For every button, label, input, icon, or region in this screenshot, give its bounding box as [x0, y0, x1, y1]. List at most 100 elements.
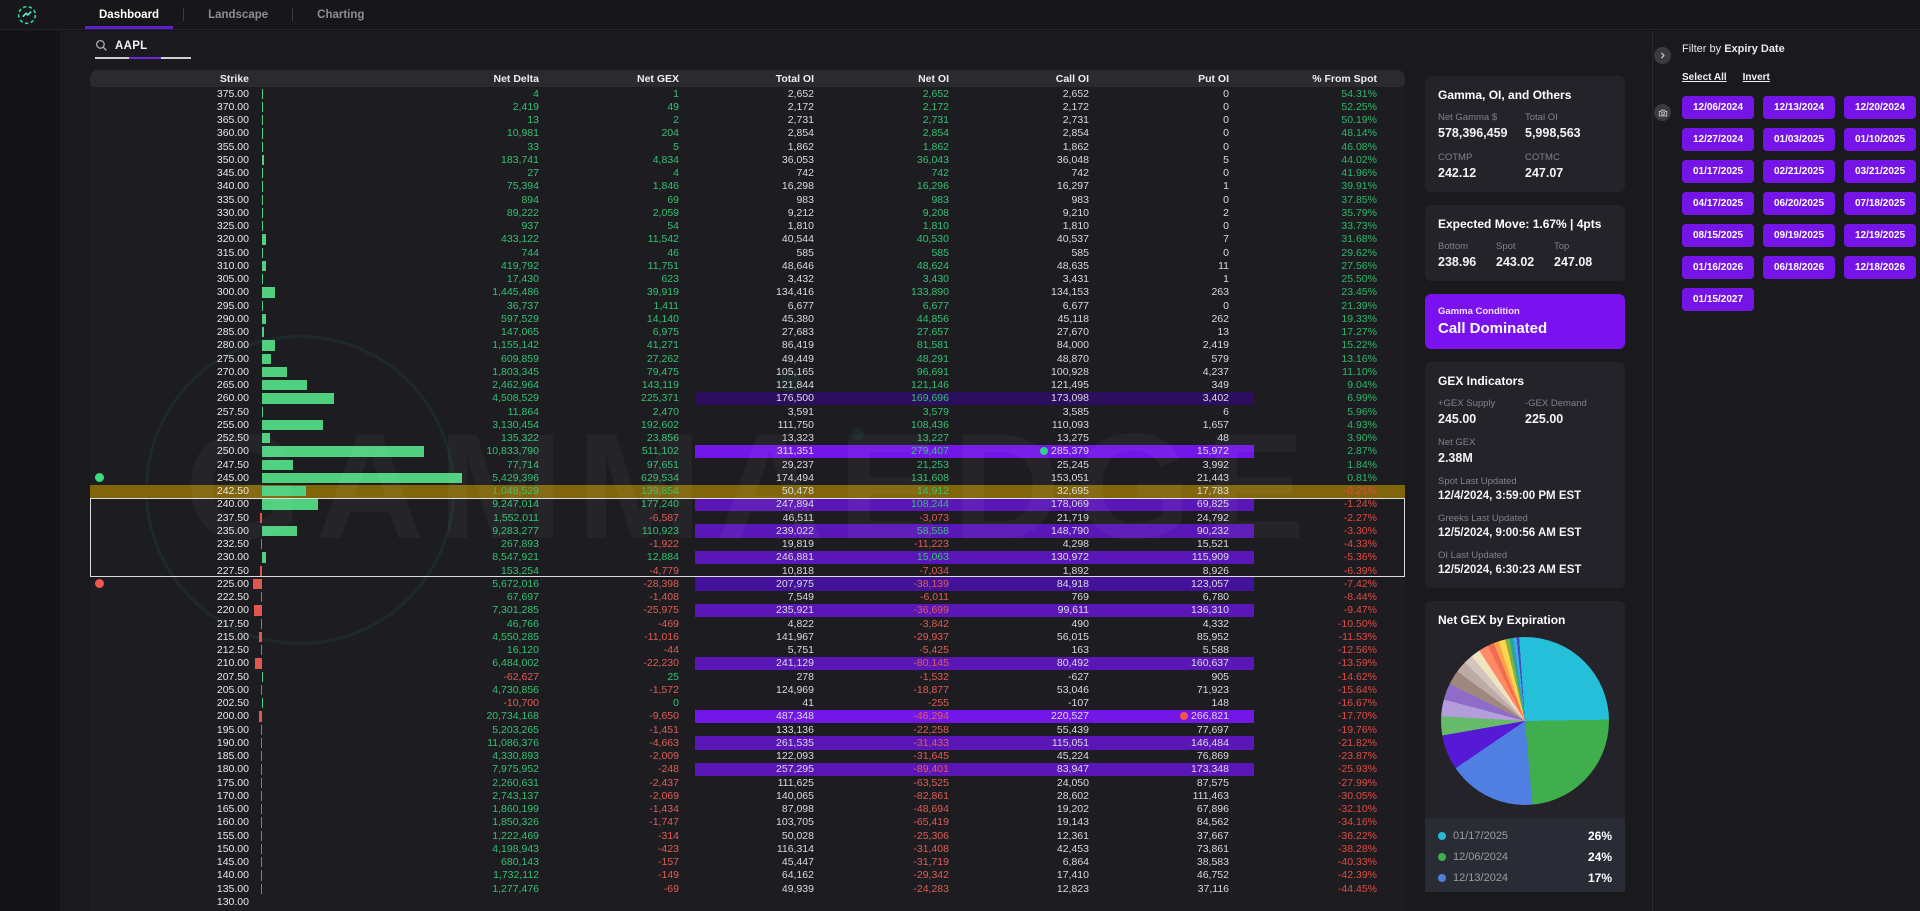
strike-row-305.00[interactable]: 305.00 17,430 623 3,432 3,430 3,431 1 25.50%	[90, 273, 1405, 286]
strike-row-235.00[interactable]: 235.00 9,283,277 110,923 239,022 58,558 148,7…	[90, 524, 1405, 538]
strike-row-315.00[interactable]: 315.00 744 46 585 585 585 0 29.62%	[90, 246, 1405, 259]
strike-row-170.00[interactable]: 170.00 2,743,137 -2,069 140,065 -82,861 28,60…	[90, 789, 1405, 802]
strike-row-207.50[interactable]: 207.50 -62,627 25 278 -1,532 -627 905 -14.62%	[90, 670, 1405, 683]
strike-row-290.00[interactable]: 290.00 597,529 14,140 45,380 44,856 45,118 262…	[90, 312, 1405, 325]
strike-row-250.00[interactable]: 250.00 10,833,790 511,102 311,351 279,407 285…	[90, 444, 1405, 458]
gex-supply-value: 245.00	[1438, 412, 1477, 426]
strike-row-350.00[interactable]: 350.00 183,741 4,834 36,053 36,043 36,048 5 44.…	[90, 153, 1405, 166]
strike-row-370.00[interactable]: 370.00 2,419 49 2,172 2,172 2,172 0 52.25%	[90, 100, 1405, 113]
expiry-date-button-01/17/2025[interactable]: 01/17/2025	[1682, 160, 1754, 183]
legend-item-12/13/2024[interactable]: 12/13/2024 17%	[1438, 867, 1612, 888]
strike-row-175.00[interactable]: 175.00 2,260,631 -2,437 111,625 -63,525 24,05…	[90, 776, 1405, 789]
strike-row-200.00[interactable]: 200.00 20,734,168 -9,650 487,348 -46,294 220,…	[90, 709, 1405, 723]
strike-row-280.00[interactable]: 280.00 1,155,142 41,271 86,419 81,581 84,000 2…	[90, 339, 1405, 352]
expiry-date-button-01/03/2025[interactable]: 01/03/2025	[1763, 128, 1835, 151]
invert-link[interactable]: Invert	[1743, 72, 1770, 83]
strike-row-180.00[interactable]: 180.00 7,975,952 -248 257,295 -89,401 83,947 1…	[90, 762, 1405, 776]
expiry-date-button-01/15/2027[interactable]: 01/15/2027	[1682, 288, 1754, 311]
strike-row-165.00[interactable]: 165.00 1,860,199 -1,434 87,098 -48,694 19,202…	[90, 803, 1405, 816]
legend-item-12/06/2024[interactable]: 12/06/2024 24%	[1438, 846, 1612, 867]
legend-label: 12/06/2024	[1453, 850, 1509, 863]
strike-row-325.00[interactable]: 325.00 937 54 1,810 1,810 1,810 0 33.73%	[90, 220, 1405, 233]
expiry-date-button-06/18/2026[interactable]: 06/18/2026	[1763, 256, 1835, 279]
tab-dashboard[interactable]: Dashboard	[75, 0, 183, 29]
strike-row-247.50[interactable]: 247.50 77,714 97,651 29,237 21,253 25,245 3,99…	[90, 458, 1405, 471]
strike-row-320.00[interactable]: 320.00 433,122 11,542 40,544 40,530 40,537 7 31…	[90, 233, 1405, 246]
strike-row-232.50[interactable]: 232.50 267,893 -1,922 19,819 -11,223 4,298 15,…	[90, 538, 1405, 551]
strike-row-140.00[interactable]: 140.00 1,732,112 -149 64,162 -29,342 17,410 46…	[90, 869, 1405, 882]
expiry-date-button-12/27/2024[interactable]: 12/27/2024	[1682, 128, 1754, 151]
expiry-date-button-04/17/2025[interactable]: 04/17/2025	[1682, 192, 1754, 215]
expiry-date-button-12/13/2024[interactable]: 12/13/2024	[1763, 96, 1835, 119]
strike-row-300.00[interactable]: 300.00 1,445,486 39,919 134,416 133,890 134,1…	[90, 286, 1405, 299]
strike-row-130.00[interactable]: 130.00	[90, 895, 1405, 908]
tab-charting[interactable]: Charting	[293, 0, 388, 29]
strike-row-210.00[interactable]: 210.00 6,484,002 -22,230 241,129 -80,145 80,4…	[90, 656, 1405, 670]
pct-from-spot-cell: -4.33%	[1343, 538, 1377, 551]
expiry-date-button-01/16/2026[interactable]: 01/16/2026	[1682, 256, 1754, 279]
strike-row-160.00[interactable]: 160.00 1,850,326 -1,747 103,705 -65,419 19,14…	[90, 816, 1405, 829]
expiry-date-button-12/18/2026[interactable]: 12/18/2026	[1844, 256, 1916, 279]
screenshot-button[interactable]	[1654, 104, 1671, 121]
strike-row-355.00[interactable]: 355.00 33 5 1,862 1,862 1,862 0 46.08%	[90, 140, 1405, 153]
legend-item-01/17/2025[interactable]: 01/17/2025 26%	[1438, 825, 1612, 846]
strike-row-240.00[interactable]: 240.00 9,247,014 177,240 247,894 108,244 178,…	[90, 497, 1405, 511]
expiry-date-button-01/10/2025[interactable]: 01/10/2025	[1844, 128, 1916, 151]
strike-row-375.00[interactable]: 375.00 4 1 2,652 2,652 2,652 0 54.31%	[90, 87, 1405, 100]
strike-row-205.00[interactable]: 205.00 4,730,856 -1,572 124,969 -18,877 53,04…	[90, 683, 1405, 696]
strike-row-295.00[interactable]: 295.00 36,737 1,411 6,677 6,677 6,677 0 21.39%	[90, 299, 1405, 312]
strike-row-360.00[interactable]: 360.00 10,981 204 2,854 2,854 2,854 0 48.14%	[90, 127, 1405, 140]
strike-row-245.00[interactable]: 245.00 5,429,396 629,534 174,494 131,608 153,…	[90, 471, 1405, 484]
strike-row-150.00[interactable]: 150.00 4,198,943 -423 116,314 -31,408 42,453 7…	[90, 842, 1405, 855]
pct-from-spot-cell: -27.99%	[1337, 776, 1377, 789]
expiry-date-button-06/20/2025[interactable]: 06/20/2025	[1763, 192, 1835, 215]
strike-row-227.50[interactable]: 227.50 153,254 -4,779 10,818 -7,034 1,892 8,92…	[90, 564, 1405, 577]
strike-row-225.00[interactable]: 225.00 5,672,016 -28,398 207,975 -38,139 84,9…	[90, 577, 1405, 591]
strike-row-365.00[interactable]: 365.00 13 2 2,731 2,731 2,731 0 50.19%	[90, 114, 1405, 127]
strike-row-345.00[interactable]: 345.00 27 4 742 742 742 0 41.96%	[90, 167, 1405, 180]
strike-row-237.50[interactable]: 237.50 1,552,011 -6,587 46,511 -3,073 21,719 2…	[90, 511, 1405, 524]
strike-row-185.00[interactable]: 185.00 4,330,893 -2,009 122,093 -31,645 45,22…	[90, 750, 1405, 763]
put-oi-cell: 71,923	[1196, 683, 1229, 696]
expiry-date-button-09/19/2025[interactable]: 09/19/2025	[1763, 224, 1835, 247]
tab-landscape[interactable]: Landscape	[184, 0, 292, 29]
strike-row-215.00[interactable]: 215.00 4,550,285 -11,016 141,967 -29,937 56,0…	[90, 630, 1405, 643]
strike-row-190.00[interactable]: 190.00 11,086,376 -4,663 261,535 -31,433 115,…	[90, 736, 1405, 750]
expiry-date-button-08/15/2025[interactable]: 08/15/2025	[1682, 224, 1754, 247]
strike-row-135.00[interactable]: 135.00 1,277,476 -69 49,939 -24,283 12,823 37,…	[90, 882, 1405, 895]
collapse-panel-button[interactable]	[1654, 47, 1671, 64]
strike-row-202.50[interactable]: 202.50 -10,700 0 41 -255 -107 148 -16.67%	[90, 697, 1405, 710]
expiry-date-button-12/20/2024[interactable]: 12/20/2024	[1844, 96, 1916, 119]
total-oi-cell: 5,751	[787, 644, 814, 657]
expiry-date-button-03/21/2025[interactable]: 03/21/2025	[1844, 160, 1916, 183]
strike-row-195.00[interactable]: 195.00 5,203,265 -1,451 133,136 -22,258 55,43…	[90, 723, 1405, 736]
ticker-search-input[interactable]: AAPL	[115, 40, 148, 52]
expiry-date-button-02/21/2025[interactable]: 02/21/2025	[1763, 160, 1835, 183]
strike-row-265.00[interactable]: 265.00 2,462,964 143,119 121,844 121,146 121,…	[90, 379, 1405, 392]
strike-row-340.00[interactable]: 340.00 75,394 1,846 16,298 16,296 16,297 1 39.9…	[90, 180, 1405, 193]
strike-row-155.00[interactable]: 155.00 1,222,469 -314 50,028 -25,306 12,361 37…	[90, 829, 1405, 842]
strike-row-310.00[interactable]: 310.00 419,792 11,751 48,646 48,624 48,635 11 2…	[90, 259, 1405, 272]
strike-row-230.00[interactable]: 230.00 8,547,921 12,884 246,881 15,063 130,97…	[90, 550, 1405, 564]
strike-row-285.00[interactable]: 285.00 147,065 6,975 27,683 27,657 27,670 13 17…	[90, 326, 1405, 339]
pct-from-spot-cell: 15.22%	[1341, 339, 1377, 352]
strike-row-330.00[interactable]: 330.00 89,222 2,059 9,212 9,208 9,210 2 35.79%	[90, 206, 1405, 219]
expiry-date-button-07/18/2025[interactable]: 07/18/2025	[1844, 192, 1916, 215]
strike-row-145.00[interactable]: 145.00 680,143 -157 45,447 -31,719 6,864 38,58…	[90, 856, 1405, 869]
strike-row-220.00[interactable]: 220.00 7,301,285 -25,975 235,921 -36,699 99,6…	[90, 603, 1405, 617]
strike-row-242.50[interactable]: 242.50 1,048,529 139,854 50,478 14,912 32,695…	[90, 484, 1405, 498]
expiry-date-button-12/19/2025[interactable]: 12/19/2025	[1844, 224, 1916, 247]
strike-row-335.00[interactable]: 335.00 894 69 983 983 983 0 37.85%	[90, 193, 1405, 206]
strike-row-222.50[interactable]: 222.50 67,697 -1,408 7,549 -6,011 769 6,780 -8.…	[90, 591, 1405, 604]
strike-row-260.00[interactable]: 260.00 4,508,529 225,371 176,500 169,696 173,…	[90, 391, 1405, 405]
strike-row-255.00[interactable]: 255.00 3,130,454 192,602 111,750 108,436 110,…	[90, 418, 1405, 431]
strike-row-252.50[interactable]: 252.50 135,322 23,856 13,323 13,227 13,275 48 3…	[90, 432, 1405, 445]
strike-row-275.00[interactable]: 275.00 609,859 27,262 49,449 48,291 48,870 579…	[90, 352, 1405, 365]
strike-row-212.50[interactable]: 212.50 16,120 -44 5,751 -5,425 163 5,588 -12.56…	[90, 644, 1405, 657]
strike-row-217.50[interactable]: 217.50 46,766 -469 4,822 -3,842 490 4,332 -10.5…	[90, 617, 1405, 630]
select-all-link[interactable]: Select All	[1682, 72, 1727, 83]
strike-cell: 365.00	[216, 114, 249, 127]
expiry-date-button-12/06/2024[interactable]: 12/06/2024	[1682, 96, 1754, 119]
strike-row-257.50[interactable]: 257.50 11,864 2,470 3,591 3,579 3,585 6 5.96%	[90, 405, 1405, 418]
strike-row-270.00[interactable]: 270.00 1,803,345 79,475 105,165 96,691 100,92…	[90, 365, 1405, 378]
